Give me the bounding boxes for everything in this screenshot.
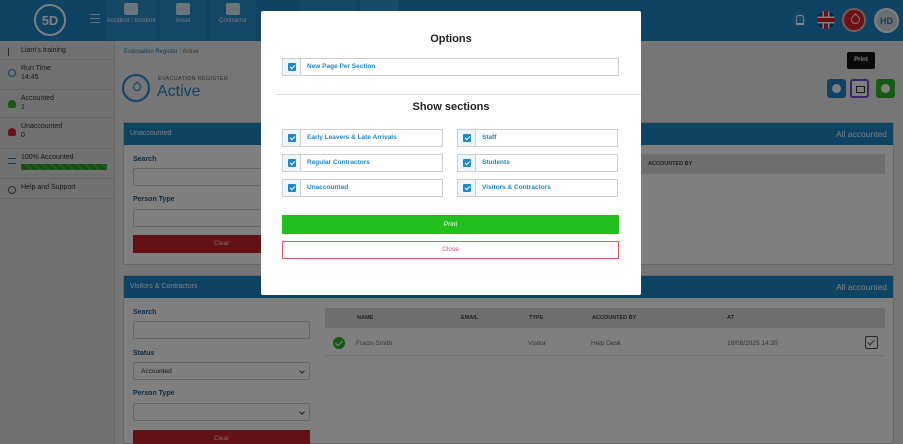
- early-leavers-checkbox[interactable]: Early Leavers & Late Arrivals: [282, 129, 443, 147]
- modal-close-button[interactable]: Close: [282, 241, 619, 259]
- regular-contractors-checkbox[interactable]: Regular Contractors: [282, 154, 443, 172]
- divider: [275, 94, 641, 95]
- print-options-modal: Options New Page Per Section Show sectio…: [261, 11, 641, 295]
- checkbox-checked-icon: [283, 180, 301, 196]
- checkbox-label: Early Leavers & Late Arrivals: [307, 134, 397, 141]
- checkbox-label: Regular Contractors: [307, 159, 370, 166]
- checkbox-checked-icon: [458, 155, 476, 171]
- checkbox-checked-icon: [458, 130, 476, 146]
- staff-checkbox[interactable]: Staff: [457, 129, 618, 147]
- students-checkbox[interactable]: Students: [457, 154, 618, 172]
- checkbox-checked-icon: [283, 155, 301, 171]
- checkbox-label: Visitors & Contractors: [482, 184, 551, 191]
- visitors-contractors-checkbox[interactable]: Visitors & Contractors: [457, 179, 618, 197]
- show-sections-title: Show sections: [412, 101, 490, 113]
- unaccounted-checkbox[interactable]: Unaccounted: [282, 179, 443, 197]
- new-page-per-section-checkbox[interactable]: New Page Per Section: [282, 58, 619, 76]
- checkbox-label: Students: [482, 159, 510, 166]
- checkbox-label: Unaccounted: [307, 184, 349, 191]
- checkbox-checked-icon: [283, 59, 301, 75]
- modal-print-button[interactable]: Print: [282, 215, 619, 234]
- checkbox-checked-icon: [283, 130, 301, 146]
- options-title: Options: [430, 33, 472, 45]
- checkbox-label: Staff: [482, 134, 497, 141]
- checkbox-label: New Page Per Section: [307, 63, 376, 70]
- checkbox-checked-icon: [458, 180, 476, 196]
